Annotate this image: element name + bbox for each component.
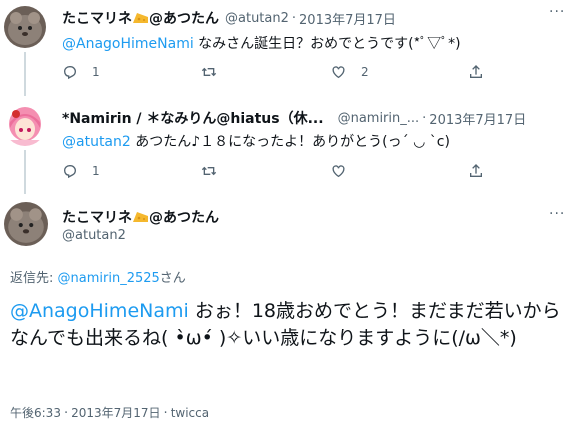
share-icon xyxy=(470,164,482,177)
mention-link[interactable]: @atutan2 xyxy=(62,134,131,150)
display-name[interactable]: *Namirin / ＊なみりん@hiatus（休... xyxy=(62,108,324,128)
avatar[interactable] xyxy=(4,202,48,246)
like-button[interactable] xyxy=(330,163,347,179)
cheese-emoji-icon xyxy=(133,13,148,23)
thread-line xyxy=(24,52,26,96)
tweet-1[interactable]: たこマリネ @あつたん @atutan2 · 2013年7月17日 ··· @An… xyxy=(0,0,577,96)
tweet-text: @AnagoHimeNami なみさん誕生日？おめでとうです(*ﾟ▽ﾟ*) xyxy=(62,36,461,52)
share-icon xyxy=(470,65,482,78)
time[interactable]: 午後6:33 xyxy=(10,406,61,420)
handle[interactable]: @namirin_... xyxy=(338,111,420,126)
reply-icon xyxy=(63,165,77,179)
source: twicca xyxy=(170,406,210,420)
reply-count: 1 xyxy=(92,164,100,178)
display-name[interactable]: たこマリネ @あつたん xyxy=(62,207,219,227)
mention-link[interactable]: @AnagoHimeNami xyxy=(10,300,189,322)
retweet-button[interactable] xyxy=(200,64,218,80)
main-tweet-text: @AnagoHimeNami おぉ！18歳おめでとう！まだまだ若いからなんでも出… xyxy=(10,300,561,349)
heart-icon xyxy=(332,165,345,178)
reply-count: 1 xyxy=(92,65,100,79)
separator: · xyxy=(291,10,297,26)
retweet-icon xyxy=(201,166,217,176)
tweet-header: たこマリネ @あつたん @atutan2 · 2013年7月17日 xyxy=(62,8,396,28)
share-button[interactable] xyxy=(468,64,484,80)
retweet-icon xyxy=(201,67,217,77)
reply-button[interactable]: 1 xyxy=(62,64,100,80)
handle[interactable]: @atutan2 xyxy=(225,11,289,26)
tweet-text: @atutan2 あつたん♪１８になったよ！ありがとう(っ´ ◡ `c) xyxy=(62,134,450,150)
handle[interactable]: @atutan2 xyxy=(62,228,126,243)
tweet-header: *Namirin / ＊なみりん@hiatus（休... @namirin_..… xyxy=(62,108,526,128)
separator: · xyxy=(422,110,427,126)
thread-line xyxy=(24,150,26,194)
replying-handle-link[interactable]: @namirin_2525 xyxy=(58,271,160,286)
tweet-meta: 午後6:33 · 2013年7月17日 · twicca xyxy=(10,406,210,421)
handle-row: @atutan2 xyxy=(62,228,126,243)
more-icon[interactable]: ··· xyxy=(549,4,565,20)
reply-icon xyxy=(63,66,77,80)
timestamp[interactable]: 2013年7月17日 xyxy=(299,9,396,28)
replying-to: 返信先: @namirin_2525さん xyxy=(10,271,186,286)
timestamp[interactable]: 2013年7月17日 xyxy=(429,109,526,128)
avatar[interactable] xyxy=(4,6,46,48)
avatar[interactable] xyxy=(4,104,46,146)
retweet-button[interactable] xyxy=(200,163,218,179)
heart-icon xyxy=(332,66,345,79)
tweet-2[interactable]: *Namirin / ＊なみりん@hiatus（休... @namirin_..… xyxy=(0,96,577,194)
date[interactable]: 2013年7月17日 xyxy=(71,406,160,420)
display-name[interactable]: たこマリネ @あつたん xyxy=(62,8,219,28)
like-count: 2 xyxy=(361,65,369,79)
share-button[interactable] xyxy=(468,163,484,179)
mention-link[interactable]: @AnagoHimeNami xyxy=(62,36,194,52)
cheese-emoji-icon xyxy=(133,212,148,222)
more-icon[interactable]: ··· xyxy=(549,206,565,222)
like-button[interactable]: 2 xyxy=(330,64,369,80)
reply-button[interactable]: 1 xyxy=(62,163,100,179)
